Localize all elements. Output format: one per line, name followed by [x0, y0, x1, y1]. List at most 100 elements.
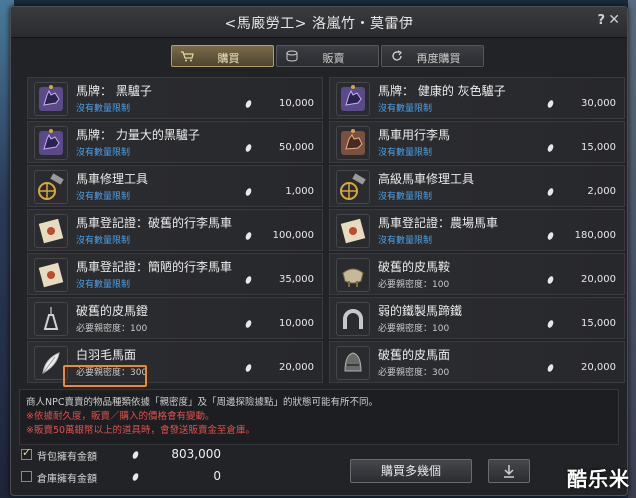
- item-price: 50,000: [279, 142, 314, 153]
- item-requirement: 必要親密度：100: [76, 324, 148, 334]
- silver-coin-icon: [244, 363, 253, 373]
- warehouse-money-label: 倉庫擁有金額: [37, 474, 97, 485]
- help-icon[interactable]: ?: [597, 13, 605, 28]
- item-requirement: 必要親密度：100: [378, 280, 450, 290]
- tab-buy[interactable]: 購買: [171, 45, 274, 67]
- shop-item-card[interactable]: 破舊的皮馬面必要親密度：300 20,000: [329, 341, 625, 383]
- item-price: 20,000: [581, 362, 616, 373]
- item-name: 馬車修理工具: [76, 172, 149, 186]
- horse-badge-icon: [336, 126, 370, 160]
- silver-coin-icon: [244, 187, 253, 197]
- item-price: 15,000: [581, 318, 616, 329]
- item-price: 100,000: [272, 230, 314, 241]
- highlight-box: [63, 365, 147, 387]
- title-bar[interactable]: <馬廄勞工> 洛嵐竹・莫雷伊 ? ✕: [11, 7, 627, 38]
- item-price: 15,000: [581, 142, 616, 153]
- notice-line-1: 商人NPC賣賣的物品種類依據「親密度」及「周邊探險據點」的狀態可能有所不同。: [26, 397, 378, 408]
- stirrup-icon: [34, 302, 68, 336]
- buy-multiple-button[interactable]: 購買多幾個: [350, 459, 472, 483]
- item-requirement: 沒有數量限制: [378, 236, 433, 246]
- item-price: 10,000: [279, 98, 314, 109]
- item-price: 20,000: [581, 274, 616, 285]
- helmet-icon: [336, 346, 370, 380]
- item-price: 20,000: [279, 362, 314, 373]
- horseshoe-icon: [336, 302, 370, 336]
- item-name: 馬車登記證：農場馬車: [378, 216, 499, 230]
- item-name: 白羽毛馬面: [76, 348, 137, 362]
- item-requirement: 沒有數量限制: [76, 104, 131, 114]
- item-name: 馬車登記證：簡陋的行李馬車: [76, 260, 233, 274]
- item-price: 35,000: [279, 274, 314, 285]
- item-requirement: 沒有數量限制: [378, 148, 433, 158]
- item-requirement: 沒有數量限制: [378, 192, 433, 202]
- bag-money-value: 803,000: [171, 447, 221, 461]
- shop-item-card[interactable]: 高級馬車修理工具沒有數量限制 2,000: [329, 165, 625, 207]
- license-icon: [34, 258, 68, 292]
- saddle-icon: [336, 258, 370, 292]
- item-requirement: 沒有數量限制: [76, 148, 131, 158]
- npc-shop-window: <馬廄勞工> 洛嵐竹・莫雷伊 ? ✕ 購買 販賣 再度購買 馬牌： 黑驢子 沒有…: [10, 6, 628, 496]
- tab-buy-label: 購買: [217, 52, 240, 65]
- notice-line-2: ※依據耐久度，販賣／購入的價格會有變動。: [26, 411, 215, 422]
- item-name: 馬車登記證：破舊的行李馬車: [76, 216, 233, 230]
- shop-item-card[interactable]: 馬牌： 力量大的黑驢子沒有數量限制 50,000: [27, 121, 323, 163]
- item-name: 馬牌： 力量大的黑驢子: [76, 128, 200, 142]
- download-icon: [504, 465, 514, 478]
- item-name: 馬牌： 健康的 灰色驢子: [378, 84, 506, 98]
- item-name: 馬牌： 黑驢子: [76, 84, 152, 98]
- item-requirement: 沒有數量限制: [378, 104, 433, 114]
- silver-coin-icon: [546, 275, 555, 285]
- shop-item-card[interactable]: 弱的鐵製馬蹄鐵必要親密度：100 15,000: [329, 297, 625, 339]
- shop-item-card[interactable]: 馬牌： 黑驢子沒有數量限制 10,000: [27, 77, 323, 119]
- tab-rebuy[interactable]: 再度購買: [381, 45, 484, 67]
- tab-sell[interactable]: 販賣: [276, 45, 379, 67]
- donkey-badge-icon: [34, 126, 68, 160]
- item-price: 30,000: [581, 98, 616, 109]
- donkey-badge-icon: [336, 82, 370, 116]
- item-price: 1,000: [285, 186, 314, 197]
- silver-coin-icon: [546, 187, 555, 197]
- silver-coin-icon: [131, 450, 140, 460]
- item-requirement: 必要親密度：300: [378, 368, 450, 378]
- shop-item-card[interactable]: 破舊的皮馬鞍必要親密度：100 20,000: [329, 253, 625, 295]
- item-price: 2,000: [587, 186, 616, 197]
- shop-item-card[interactable]: 馬車登記證：簡陋的行李馬車沒有數量限制 35,000: [27, 253, 323, 295]
- warehouse-money-checkbox[interactable]: [21, 471, 32, 482]
- shop-item-card[interactable]: 馬車登記證：農場馬車沒有數量限制 180,000: [329, 209, 625, 251]
- silver-coin-icon: [244, 231, 253, 241]
- download-button[interactable]: [488, 459, 530, 483]
- silver-coin-icon: [546, 143, 555, 153]
- item-requirement: 沒有數量限制: [76, 280, 131, 290]
- item-name: 馬車用行李馬: [378, 128, 451, 142]
- silver-coin-icon: [244, 143, 253, 153]
- item-price: 180,000: [574, 230, 616, 241]
- watermark: 酷乐米: [567, 467, 630, 491]
- item-price: 10,000: [279, 318, 314, 329]
- donkey-badge-icon: [34, 82, 68, 116]
- bag-money-label: 背包擁有金額: [37, 452, 97, 463]
- item-name: 破舊的皮馬鐙: [76, 304, 149, 318]
- item-name: 弱的鐵製馬蹄鐵: [378, 304, 463, 318]
- tab-rebuy-label: 再度購買: [416, 52, 461, 65]
- shop-item-card[interactable]: 馬車用行李馬沒有數量限制 15,000: [329, 121, 625, 163]
- item-name: 破舊的皮馬鞍: [378, 260, 451, 274]
- silver-coin-icon: [546, 231, 555, 241]
- window-title: <馬廄勞工> 洛嵐竹・莫雷伊: [224, 16, 414, 32]
- silver-coin-icon: [244, 99, 253, 109]
- silver-coin-icon: [546, 319, 555, 329]
- silver-coin-icon: [131, 472, 140, 482]
- warehouse-money-value: 0: [213, 469, 221, 483]
- item-name: 高級馬車修理工具: [378, 172, 475, 186]
- item-name: 破舊的皮馬面: [378, 348, 451, 362]
- shop-item-card[interactable]: 馬車修理工具沒有數量限制 1,000: [27, 165, 323, 207]
- item-requirement: 沒有數量限制: [76, 236, 131, 246]
- repair-tool-icon: [336, 170, 370, 204]
- item-requirement: 必要親密度：100: [378, 324, 450, 334]
- item-requirement: 沒有數量限制: [76, 192, 131, 202]
- silver-coin-icon: [546, 99, 555, 109]
- shop-item-card[interactable]: 馬牌： 健康的 灰色驢子沒有數量限制 30,000: [329, 77, 625, 119]
- shop-item-card[interactable]: 馬車登記證：破舊的行李馬車沒有數量限制 100,000: [27, 209, 323, 251]
- bag-money-checkbox[interactable]: [21, 446, 32, 460]
- close-icon[interactable]: ✕: [608, 12, 620, 28]
- shop-item-card[interactable]: 破舊的皮馬鐙必要親密度：100 10,000: [27, 297, 323, 339]
